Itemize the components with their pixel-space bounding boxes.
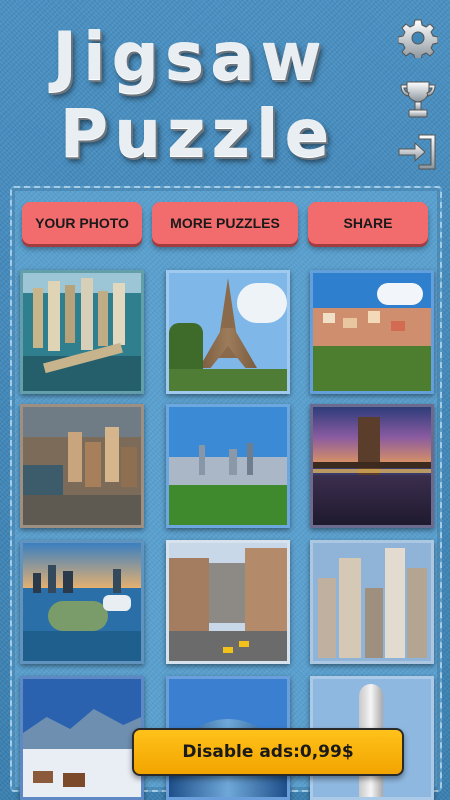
puzzle-tile-snowy-village[interactable] bbox=[20, 676, 144, 800]
leaderboard-button[interactable] bbox=[396, 78, 440, 122]
puzzle-tile-bridge-at-dusk[interactable] bbox=[310, 404, 434, 528]
exit-door-icon bbox=[398, 134, 436, 170]
puzzle-tile-coastal-village[interactable] bbox=[310, 270, 434, 394]
more-puzzles-button[interactable]: MORE PUZZLES bbox=[152, 202, 298, 244]
puzzle-tile-skyscrapers[interactable] bbox=[310, 540, 434, 664]
app-title-line1: Jigsaw bbox=[52, 18, 328, 95]
puzzle-tile-city-skyline-park[interactable] bbox=[166, 404, 290, 528]
your-photo-button[interactable]: YOUR PHOTO bbox=[22, 202, 142, 244]
puzzle-tile-dubai-marina[interactable] bbox=[20, 270, 144, 394]
puzzle-tile-eiffel-tower[interactable] bbox=[166, 270, 290, 394]
app-title-line2: Puzzle bbox=[59, 95, 336, 172]
settings-button[interactable] bbox=[396, 16, 440, 60]
gear-icon bbox=[398, 19, 438, 58]
trophy-icon bbox=[400, 81, 436, 118]
puzzle-tile-city-harbor-aerial[interactable] bbox=[20, 404, 144, 528]
puzzle-tile-city-street[interactable] bbox=[166, 540, 290, 664]
share-button[interactable]: SHARE bbox=[308, 202, 428, 244]
exit-button[interactable] bbox=[396, 130, 440, 174]
puzzle-tile-waterfront-city[interactable] bbox=[20, 540, 144, 664]
disable-ads-button[interactable]: Disable ads:0,99$ bbox=[132, 728, 404, 776]
